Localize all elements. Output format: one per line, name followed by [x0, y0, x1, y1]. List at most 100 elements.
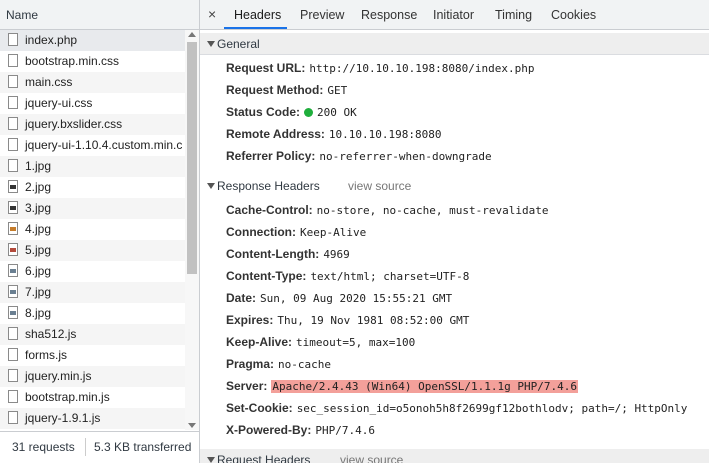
list-item[interactable]: jquery-1.9.1.js: [0, 408, 185, 429]
response-header-row: Server: Apache/2.4.43 (Win64) OpenSSL/1.1…: [226, 375, 579, 397]
response-header-row: Content-Length: 4969: [226, 243, 350, 265]
section-title: Request Headers: [217, 453, 311, 463]
vertical-scrollbar[interactable]: [185, 30, 199, 430]
network-status-bar: 31 requests 5.3 KB transferred: [0, 431, 199, 463]
header-value: Keep-Alive: [300, 226, 367, 239]
list-item[interactable]: 8.jpg: [0, 303, 185, 324]
list-item[interactable]: 4.jpg: [0, 219, 185, 240]
response-header-row: Keep-Alive: timeout=5, max=100: [226, 331, 415, 353]
document-icon: [8, 138, 18, 151]
general-section-header[interactable]: General: [200, 33, 709, 55]
document-icon: [8, 54, 18, 67]
request-headers-section-header[interactable]: Request Headers view source: [200, 449, 709, 463]
image-icon: [8, 180, 18, 193]
header-value: no-referrer-when-downgrade: [319, 150, 492, 163]
scroll-up-icon[interactable]: [188, 32, 196, 37]
file-name: main.css: [25, 75, 73, 89]
request-list-panel: Name index.php bootstrap.min.css main.cs…: [0, 0, 200, 463]
view-source-link[interactable]: view source: [340, 449, 403, 463]
expand-triangle-icon: [207, 457, 215, 463]
list-item[interactable]: sha512.js: [0, 324, 185, 345]
header-value: 4969: [323, 248, 350, 261]
header-key: Status Code:: [226, 105, 301, 119]
list-item[interactable]: 3.jpg: [0, 198, 185, 219]
response-header-row: Expires: Thu, 19 Nov 1981 08:52:00 GMT: [226, 309, 469, 331]
details-tab-bar: × Headers Preview Response Initiator Tim…: [200, 0, 709, 30]
response-header-row: Date: Sun, 09 Aug 2020 15:55:21 GMT: [226, 287, 452, 309]
view-source-link[interactable]: view source: [348, 175, 411, 197]
header-value: timeout=5, max=100: [296, 336, 416, 349]
list-item[interactable]: main.css: [0, 72, 185, 93]
list-item[interactable]: 1.jpg: [0, 156, 185, 177]
list-item[interactable]: 6.jpg: [0, 261, 185, 282]
list-item[interactable]: index.php: [0, 30, 185, 51]
image-icon: [8, 243, 18, 256]
image-icon: [8, 306, 18, 319]
list-item[interactable]: 5.jpg: [0, 240, 185, 261]
general-row-request-method: Request Method: GET: [226, 79, 347, 101]
list-item[interactable]: bootstrap.min.css: [0, 51, 185, 72]
status-ok-icon: [304, 108, 314, 117]
document-icon: [8, 159, 18, 172]
tab-initiator[interactable]: Initiator: [433, 8, 474, 22]
header-value: no-store, no-cache, must-revalidate: [316, 204, 549, 217]
scrollbar-thumb[interactable]: [187, 42, 197, 274]
header-key: Keep-Alive:: [226, 335, 293, 349]
document-icon: [8, 96, 18, 109]
section-title: General: [217, 37, 260, 51]
highlighted-header-value: Apache/2.4.43 (Win64) OpenSSL/1.1.1g PHP…: [271, 380, 579, 393]
close-icon[interactable]: ×: [208, 6, 216, 22]
header-value: Sun, 09 Aug 2020 15:55:21 GMT: [260, 292, 453, 305]
file-name: 5.jpg: [25, 243, 52, 257]
active-tab-indicator: [224, 27, 287, 29]
document-icon: [8, 117, 18, 130]
response-header-row: Content-Type: text/html; charset=UTF-8: [226, 265, 469, 287]
list-item[interactable]: jquery.bxslider.css: [0, 114, 185, 135]
file-name: bootstrap.min.js: [25, 390, 110, 404]
document-icon: [8, 75, 18, 88]
file-name: jquery-1.9.1.js: [25, 411, 101, 425]
expand-triangle-icon: [207, 41, 215, 47]
header-key: Content-Length:: [226, 247, 320, 261]
list-item[interactable]: bootstrap.min.js: [0, 387, 185, 408]
file-name: 6.jpg: [25, 264, 52, 278]
header-value: GET: [327, 84, 348, 97]
header-key: Remote Address:: [226, 127, 325, 141]
file-name: 3.jpg: [25, 201, 52, 215]
tab-cookies[interactable]: Cookies: [551, 8, 596, 22]
response-header-row: Cache-Control: no-store, no-cache, must-r…: [226, 199, 548, 221]
response-header-row: Set-Cookie: sec_session_id=o5onoh5h8f2699…: [226, 397, 687, 419]
header-value: sec_session_id=o5onoh5h8f2699gf12bothlod…: [296, 402, 688, 415]
list-item[interactable]: jquery.min.js: [0, 366, 185, 387]
response-header-row: X-Powered-By: PHP/7.4.6: [226, 419, 375, 441]
file-name: 7.jpg: [25, 285, 52, 299]
tab-timing[interactable]: Timing: [495, 8, 532, 22]
header-value: no-cache: [278, 358, 332, 371]
tab-response[interactable]: Response: [361, 8, 417, 22]
response-headers-section-header[interactable]: Response Headers view source: [200, 175, 709, 197]
header-key: Date:: [226, 291, 257, 305]
header-value: text/html; charset=UTF-8: [310, 270, 470, 283]
image-icon: [8, 285, 18, 298]
tab-headers[interactable]: Headers: [234, 8, 281, 22]
header-key: Referrer Policy:: [226, 149, 316, 163]
file-name: forms.js: [25, 348, 67, 362]
list-item[interactable]: jquery-ui-1.10.4.custom.min.c: [0, 135, 185, 156]
list-item[interactable]: 7.jpg: [0, 282, 185, 303]
scroll-down-icon[interactable]: [188, 423, 196, 428]
general-row-referrer-policy: Referrer Policy: no-referrer-when-downgra…: [226, 145, 492, 167]
document-icon: [8, 390, 18, 403]
document-icon: [8, 348, 18, 361]
tab-preview[interactable]: Preview: [300, 8, 344, 22]
document-icon: [8, 327, 18, 340]
list-item[interactable]: 2.jpg: [0, 177, 185, 198]
header-key: Cache-Control:: [226, 203, 313, 217]
name-column-header[interactable]: Name: [0, 0, 199, 30]
general-row-request-url: Request URL: http://10.10.10.198:8080/ind…: [226, 57, 535, 79]
list-item[interactable]: forms.js: [0, 345, 185, 366]
request-count: 31 requests: [12, 440, 75, 454]
list-item[interactable]: jquery-ui.css: [0, 93, 185, 114]
header-value: 200 OK: [317, 106, 357, 119]
image-icon: [8, 222, 18, 235]
header-key: Server:: [226, 379, 268, 393]
